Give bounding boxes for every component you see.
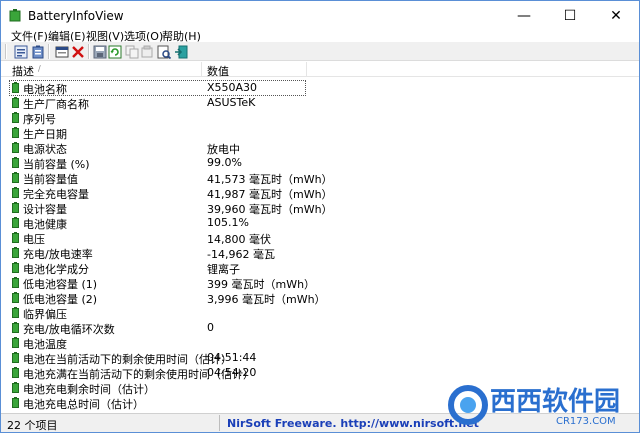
- battery-icon: [12, 157, 19, 168]
- column-divider[interactable]: [201, 62, 202, 77]
- row-value: ASUSTeK: [207, 96, 256, 109]
- list-row[interactable]: 低电池容量 (2) 3,996 毫瓦时（mWh）: [1, 290, 639, 306]
- column-divider[interactable]: [306, 62, 307, 77]
- properties-button[interactable]: [155, 43, 172, 60]
- battery-icon: [12, 142, 19, 153]
- list-row[interactable]: 充电/放电循环次数 0: [1, 320, 639, 336]
- list-row[interactable]: 设计容量 39,960 毫瓦时（mWh）: [1, 200, 639, 216]
- battery-icon: [12, 127, 19, 138]
- battery-log-icon: [32, 45, 43, 58]
- battery-icon: [12, 82, 19, 93]
- properties-icon: [157, 45, 171, 59]
- row-value: 105.1%: [207, 216, 249, 229]
- row-value: 99.0%: [207, 156, 242, 169]
- battery-icon: [12, 382, 19, 393]
- watermark-site: CR173.COM: [556, 416, 616, 427]
- battery-icon: [12, 322, 19, 333]
- battery-icon: [12, 337, 19, 348]
- nirsoft-link[interactable]: NirSoft Freeware. http://www.nirsoft.net: [227, 417, 479, 430]
- row-description: 电池充电总时间（估计）: [23, 398, 144, 411]
- list-row[interactable]: 当前容量 (%) 99.0%: [1, 155, 639, 171]
- toolbar-separator: [88, 44, 90, 59]
- exit-button[interactable]: [172, 43, 189, 60]
- watermark-brand: 西西软件园: [490, 387, 620, 417]
- battery-icon: [12, 307, 19, 318]
- list-row[interactable]: 生产厂商名称 ASUSTeK: [1, 95, 639, 111]
- app-window: BatteryInfoView — ☐ ✕ 文件(F) 编辑(E) 视图(V) …: [0, 0, 640, 433]
- list-header: 描述 ∕ 数值: [1, 62, 639, 79]
- battery-icon: [12, 292, 19, 303]
- html-report-button[interactable]: [138, 43, 155, 60]
- toolbar-separator: [48, 44, 50, 59]
- list-row[interactable]: 电池化学成分 锂离子: [1, 260, 639, 276]
- battery-icon: [12, 97, 19, 108]
- list-row[interactable]: 低电池容量 (1) 399 毫瓦时（mWh）: [1, 275, 639, 291]
- save-icon: [93, 45, 106, 58]
- battery-icon: [12, 112, 19, 123]
- exit-icon: [174, 45, 187, 58]
- list-row[interactable]: 电池温度: [1, 335, 639, 351]
- status-divider: [219, 415, 220, 431]
- properties-list[interactable]: 描述 ∕ 数值 电池名称 X550A30 生产厂商名称 ASUSTeK 序列号 生产日期电…: [1, 62, 639, 412]
- copy-icon: [125, 45, 138, 58]
- column-description[interactable]: 描述: [12, 63, 34, 79]
- battery-icon: [12, 247, 19, 258]
- list-row[interactable]: 电源状态 放电中: [1, 140, 639, 156]
- battery-info-icon: [14, 45, 27, 58]
- list-row[interactable]: 临界偏压: [1, 305, 639, 321]
- list-row[interactable]: 电池充满在当前活动下的剩余使用时间（估计） 04:54:20: [1, 365, 639, 381]
- battery-icon: [12, 262, 19, 273]
- list-row[interactable]: 序列号: [1, 110, 639, 126]
- watermark-logo: 西西软件园 CR173.COM: [448, 385, 621, 427]
- battery-icon: [12, 232, 19, 243]
- window-title: BatteryInfoView: [28, 9, 124, 23]
- battery-icon: [12, 202, 19, 213]
- html-report-icon: [141, 45, 152, 57]
- list-row[interactable]: 充电/放电速率 -14,962 毫瓦: [1, 245, 639, 261]
- toolbar-separator: [5, 44, 7, 59]
- advanced-options-icon: [55, 46, 68, 57]
- battery-icon: [12, 367, 19, 378]
- battery-info-button[interactable]: [12, 43, 29, 60]
- battery-icon: [12, 217, 19, 228]
- battery-log-button[interactable]: [29, 43, 46, 60]
- row-value: 04:51:44: [207, 351, 257, 364]
- battery-icon: [12, 187, 19, 198]
- battery-icon: [12, 172, 19, 183]
- row-value: 0: [207, 321, 214, 334]
- list-row[interactable]: 电池在当前活动下的剩余使用时间（估计） 04:51:44: [1, 350, 639, 366]
- row-value: 04:54:20: [207, 366, 257, 379]
- battery-icon: [12, 397, 19, 408]
- advanced-options-button[interactable]: [53, 43, 70, 60]
- list-row[interactable]: 生产日期: [1, 125, 639, 141]
- list-row[interactable]: 电池健康 105.1%: [1, 215, 639, 231]
- sort-up-icon: ∕: [38, 64, 41, 73]
- list-row[interactable]: 电压 14,800 毫伏: [1, 230, 639, 246]
- list-row[interactable]: 电池名称 X550A30: [1, 80, 639, 96]
- refresh-button[interactable]: [106, 43, 123, 60]
- row-value: X550A30: [207, 81, 258, 94]
- list-row[interactable]: 当前容量值 41,573 毫瓦时（mWh）: [1, 170, 639, 186]
- battery-icon: [12, 352, 19, 363]
- list-row[interactable]: 完全充电容量 41,987 毫瓦时（mWh）: [1, 185, 639, 201]
- delete-icon: [71, 45, 84, 58]
- refresh-icon: [108, 45, 121, 58]
- column-value[interactable]: 数值: [207, 63, 229, 79]
- toolbar: [1, 42, 639, 61]
- app-battery-icon: [9, 9, 21, 22]
- battery-icon: [12, 277, 19, 288]
- menu-bar: 文件(F) 编辑(E) 视图(V) 选项(O) 帮助(H): [1, 27, 639, 43]
- delete-button[interactable]: [69, 43, 86, 60]
- item-count: 22 个项目: [7, 419, 58, 432]
